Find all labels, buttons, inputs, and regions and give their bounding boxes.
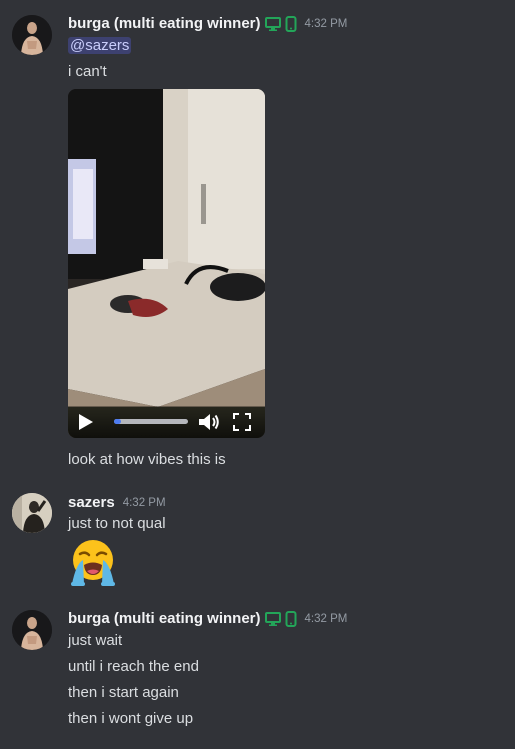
user-avatar-image (12, 610, 52, 650)
avatar[interactable] (12, 493, 52, 533)
video-frame (68, 89, 265, 438)
message-text: i can't (68, 63, 107, 80)
user-avatar-image (12, 493, 52, 533)
avatar[interactable] (12, 15, 52, 55)
fullscreen-icon[interactable] (232, 412, 252, 432)
video-attachment[interactable] (68, 89, 265, 438)
desktop-icon (264, 611, 281, 626)
message-text: then i start again (68, 684, 179, 701)
loudly-crying-face-icon (71, 540, 115, 586)
message-text: until i reach the end (68, 658, 199, 675)
timestamp[interactable]: 4:32 PM (123, 497, 166, 509)
message-line: @sazers (68, 37, 132, 54)
play-icon[interactable] (78, 413, 94, 431)
timestamp[interactable]: 4:32 PM (305, 18, 348, 30)
video-controls (68, 406, 265, 438)
message-group: burga (multi eating winner) 4:32 PM @saz… (0, 0, 515, 480)
desktop-icon (264, 16, 281, 31)
message-text: look at how vibes this is (68, 451, 226, 468)
volume-icon[interactable] (198, 412, 220, 432)
user-mention[interactable]: @sazers (68, 37, 132, 54)
message-text: just wait (68, 632, 123, 649)
message-header: burga (multi eating winner) 4:32 PM (68, 610, 347, 627)
video-progress-fill (114, 419, 122, 424)
message-header: sazers 4:32 PM (68, 494, 166, 511)
video-progress-bar[interactable] (114, 419, 188, 424)
username[interactable]: burga (multi eating winner) (68, 15, 261, 32)
mobile-icon (285, 610, 297, 627)
mobile-icon (285, 15, 297, 32)
message-text: just to not qual (68, 515, 166, 532)
username[interactable]: burga (multi eating winner) (68, 610, 261, 627)
avatar[interactable] (12, 610, 52, 650)
message-header: burga (multi eating winner) 4:32 PM (68, 15, 347, 32)
message-text: then i wont give up (68, 710, 194, 727)
user-avatar-image (12, 15, 52, 55)
timestamp[interactable]: 4:32 PM (305, 613, 348, 625)
username[interactable]: sazers (68, 494, 115, 511)
message-group: burga (multi eating winner) 4:32 PM just… (0, 600, 515, 749)
